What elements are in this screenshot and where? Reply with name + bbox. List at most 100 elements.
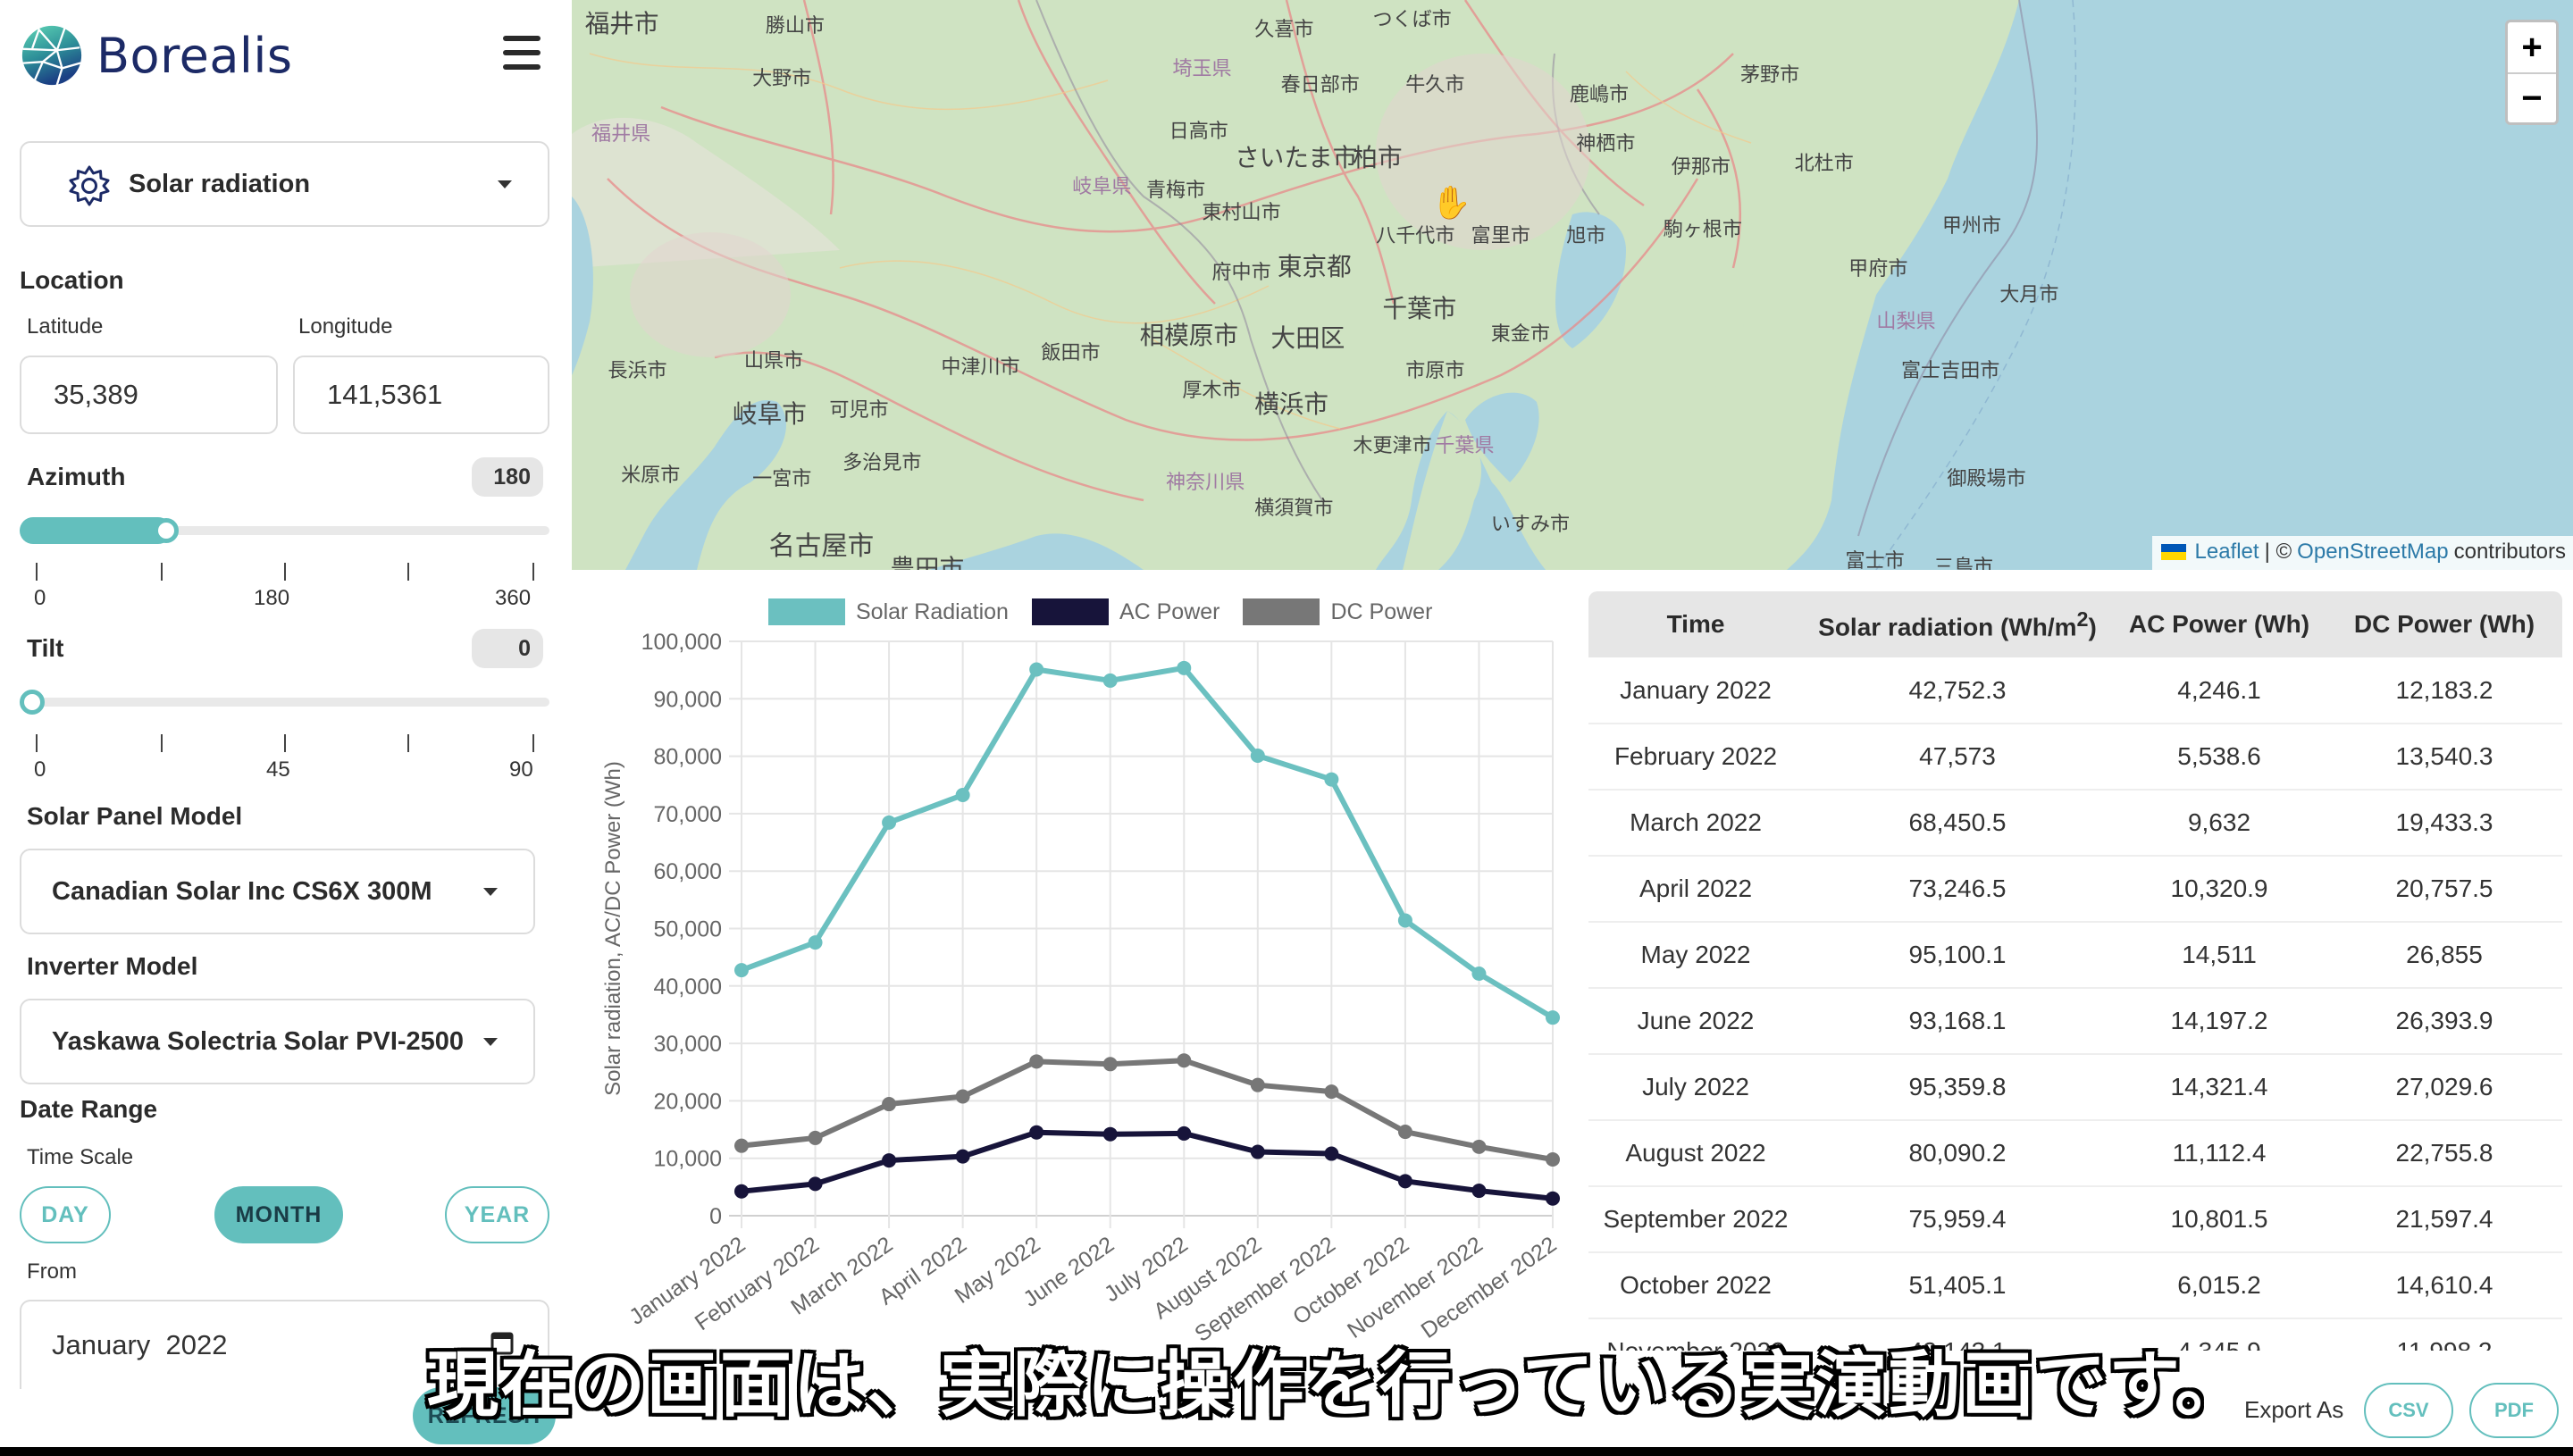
azimuth-slider-fill xyxy=(20,517,172,544)
cell-dc-power: 14,610.4 xyxy=(2326,1252,2562,1319)
hand-cursor-icon: ✋ xyxy=(1431,184,1471,221)
time-scale-day-button[interactable]: DAY xyxy=(20,1186,111,1243)
map-place-label: 東村山市 xyxy=(1202,202,1281,225)
metric-select[interactable]: Solar radiation xyxy=(20,141,549,227)
menu-hamburger-icon[interactable] xyxy=(503,36,541,70)
map-zoom-control: + − xyxy=(2505,20,2559,125)
map-place-label: 鹿嶋市 xyxy=(1569,84,1630,107)
cell-dc-power: 13,540.3 xyxy=(2326,724,2562,791)
azimuth-slider-thumb[interactable] xyxy=(154,518,179,543)
gear-icon xyxy=(69,165,110,206)
data-point xyxy=(1546,1191,1560,1206)
zoom-out-button[interactable]: − xyxy=(2508,72,2556,122)
cell-ac-power: 14,511 xyxy=(2112,922,2326,989)
data-point xyxy=(1250,1077,1265,1092)
map-place-label: 山梨県 xyxy=(1876,310,1936,333)
map-place-label: 埼玉県 xyxy=(1172,57,1232,80)
map-place-label: 柏市 xyxy=(1353,143,1403,173)
map-place-label: 東京都 xyxy=(1277,251,1352,281)
series-line-ac-power xyxy=(741,1129,1554,1201)
azimuth-value-badge: 180 xyxy=(472,457,543,497)
export-csv-button[interactable]: CSV xyxy=(2364,1383,2453,1438)
tilt-slider-track[interactable] xyxy=(20,698,549,707)
borealis-logo-icon xyxy=(21,25,82,87)
map-place-label: 勝山市 xyxy=(765,15,825,38)
cell-solar-radiation: 80,090.2 xyxy=(1803,1120,2112,1187)
map-place-label: 旭市 xyxy=(1566,225,1606,248)
time-scale-label: Time Scale xyxy=(27,1145,134,1169)
cell-solar-radiation: 93,168.1 xyxy=(1803,988,2112,1055)
y-tick-label: 30,000 xyxy=(654,1032,722,1057)
cell-dc-power: 21,597.4 xyxy=(2326,1186,2562,1253)
zoom-in-button[interactable]: + xyxy=(2508,22,2556,72)
data-point xyxy=(808,1130,823,1145)
map-place-label: 青梅市 xyxy=(1145,179,1206,202)
from-label: From xyxy=(27,1259,77,1284)
cell-solar-radiation: 51,405.1 xyxy=(1803,1252,2112,1319)
cell-dc-power: 19,433.3 xyxy=(2326,790,2562,857)
map-place-label: 富士吉田市 xyxy=(1900,359,2000,382)
y-tick-label: 100,000 xyxy=(641,630,722,655)
data-point xyxy=(1029,1054,1044,1069)
latitude-input[interactable]: 35,389 xyxy=(20,356,278,434)
time-scale-year-button[interactable]: YEAR xyxy=(445,1186,549,1243)
map-place-label: 横浜市 xyxy=(1254,389,1328,419)
tilt-tick xyxy=(161,734,163,752)
chevron-down-icon xyxy=(498,180,512,188)
cell-ac-power: 14,197.2 xyxy=(2112,988,2326,1055)
col-header-text: ) xyxy=(2088,613,2097,641)
cell-solar-radiation: 95,359.8 xyxy=(1803,1054,2112,1121)
map-place-label: 甲府市 xyxy=(1848,257,1908,280)
longitude-label: Longitude xyxy=(298,314,393,339)
inverter-select[interactable]: Yaskawa Solectria Solar PVI-2500 xyxy=(20,999,535,1084)
data-point xyxy=(1397,913,1412,928)
y-tick-label: 10,000 xyxy=(654,1147,722,1172)
cell-dc-power: 26,393.9 xyxy=(2326,988,2562,1055)
time-scale-month-button[interactable]: MONTH xyxy=(214,1186,343,1243)
col-header-time: Time xyxy=(1588,591,1803,657)
col-header-text: Solar radiation (Wh/m xyxy=(1818,613,2077,641)
solar-panel-select[interactable]: Canadian Solar Inc CS6X 300M xyxy=(20,849,535,934)
map-place-label: 三浦市 xyxy=(1254,568,1313,570)
data-point xyxy=(1471,1184,1487,1199)
data-point xyxy=(734,1184,749,1199)
chart-canvas: 0 10,000 20,000 30,000 40,000 50,000 60,000 70,… xyxy=(601,630,1561,1347)
data-point xyxy=(955,1089,970,1104)
map-place-label: 御殿場市 xyxy=(1947,468,2026,491)
map-place-label: 神栖市 xyxy=(1576,133,1636,156)
data-point xyxy=(1177,1125,1192,1141)
map-place-label: 千葉市 xyxy=(1382,294,1457,324)
export-pdf-button[interactable]: PDF xyxy=(2469,1383,2559,1438)
cell-time: January 2022 xyxy=(1588,657,1803,724)
cell-solar-radiation: 73,246.5 xyxy=(1803,856,2112,923)
data-point xyxy=(1324,772,1339,787)
longitude-input[interactable]: 141,5361 xyxy=(293,356,549,434)
map-place-label: 豊田市 xyxy=(890,553,965,570)
table-row: March 2022 68,450.5 9,632 19,433.3 xyxy=(1588,790,2562,857)
data-point xyxy=(1177,1053,1192,1068)
cell-solar-radiation: 47,573 xyxy=(1803,724,2112,791)
cell-ac-power: 10,801.5 xyxy=(2112,1186,2326,1253)
map-place-label: 岐阜県 xyxy=(1072,176,1132,199)
col-header-dc-power: DC Power (Wh) xyxy=(2326,591,2562,657)
map-place-label: 三島市 xyxy=(1933,556,1993,570)
leaflet-link[interactable]: Leaflet xyxy=(2195,540,2259,565)
data-point xyxy=(1250,749,1265,764)
table-row: February 2022 47,573 5,538.6 13,540.3 xyxy=(1588,724,2562,791)
logo[interactable]: Borealis xyxy=(20,23,306,88)
map[interactable]: 福井市 勝山市 大野市 福井県 岐阜県 茅野市 伊那市 北杜市 駒ヶ根市 甲州市 甲府市 大月市 山梨県… xyxy=(572,0,2573,570)
cell-dc-power: 22,755.8 xyxy=(2326,1120,2562,1187)
y-tick-label: 0 xyxy=(709,1204,722,1229)
data-point xyxy=(1471,1139,1487,1154)
cell-time: April 2022 xyxy=(1588,856,1803,923)
data-point xyxy=(1546,1010,1560,1025)
data-point xyxy=(955,1149,970,1164)
map-place-label: 富士市 xyxy=(1845,549,1905,570)
tilt-slider-thumb[interactable] xyxy=(20,690,45,715)
azimuth-tick xyxy=(161,563,163,581)
letterbox-bar xyxy=(0,1447,2573,1456)
map-place-label: いすみ市 xyxy=(1490,514,1571,537)
x-tick-label: February 2022 xyxy=(691,1232,824,1335)
map-place-label: 甲州市 xyxy=(1941,215,2002,238)
osm-link[interactable]: OpenStreetMap xyxy=(2297,540,2448,565)
